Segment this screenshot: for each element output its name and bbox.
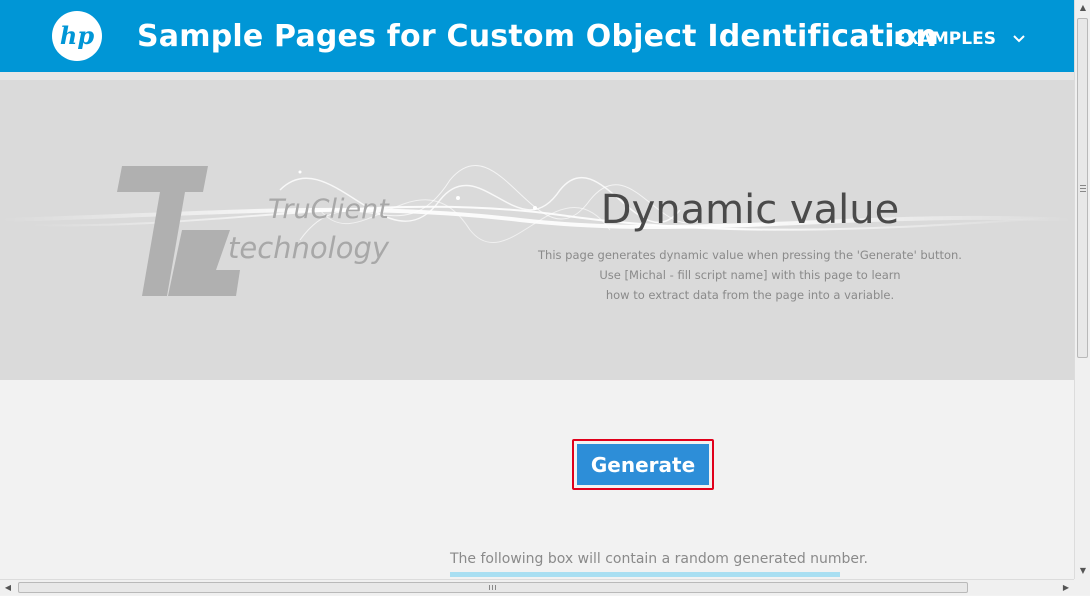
- scroll-up-icon[interactable]: ▲: [1075, 0, 1090, 16]
- hero-description: This page generates dynamic value when p…: [520, 245, 980, 305]
- scroll-down-icon[interactable]: ▼: [1075, 563, 1090, 579]
- examples-label: EXAMPLES: [894, 29, 996, 49]
- scroll-right-icon[interactable]: ▶: [1058, 580, 1074, 596]
- chevron-down-icon: [1012, 26, 1026, 52]
- info-text: The following box will contain a random …: [450, 551, 868, 567]
- generate-button[interactable]: Generate: [577, 444, 709, 485]
- generate-button-highlight: Generate: [572, 439, 714, 490]
- header-divider: [0, 72, 1074, 80]
- truclient-logo-line2: technology: [228, 231, 390, 265]
- hero-banner: TruClient technology Dynamic value This …: [0, 80, 1074, 380]
- scrollbar-corner: [1074, 579, 1090, 595]
- vertical-scrollbar[interactable]: ▲ ▼: [1074, 0, 1090, 579]
- hero-description-line: This page generates dynamic value when p…: [538, 248, 962, 262]
- page-title: Sample Pages for Custom Object Identific…: [137, 19, 938, 54]
- result-box-top-border: [450, 572, 840, 577]
- hero-description-line: how to extract data from the page into a…: [605, 288, 895, 302]
- hero-description-line: Use [Michal - fill script name] with thi…: [599, 268, 901, 282]
- examples-menu[interactable]: EXAMPLES: [894, 26, 1026, 52]
- hp-logo-icon[interactable]: hp: [52, 11, 102, 61]
- vertical-scroll-thumb[interactable]: [1077, 18, 1088, 358]
- svg-text:hp: hp: [60, 21, 94, 50]
- top-header: hp Sample Pages for Custom Object Identi…: [0, 0, 1074, 72]
- truclient-logo-line1: TruClient: [268, 194, 389, 225]
- horizontal-scrollbar[interactable]: ◀ ▶: [0, 579, 1074, 595]
- hero-title: Dynamic value: [600, 187, 900, 233]
- scroll-left-icon[interactable]: ◀: [0, 580, 16, 596]
- horizontal-scroll-thumb[interactable]: [18, 582, 968, 593]
